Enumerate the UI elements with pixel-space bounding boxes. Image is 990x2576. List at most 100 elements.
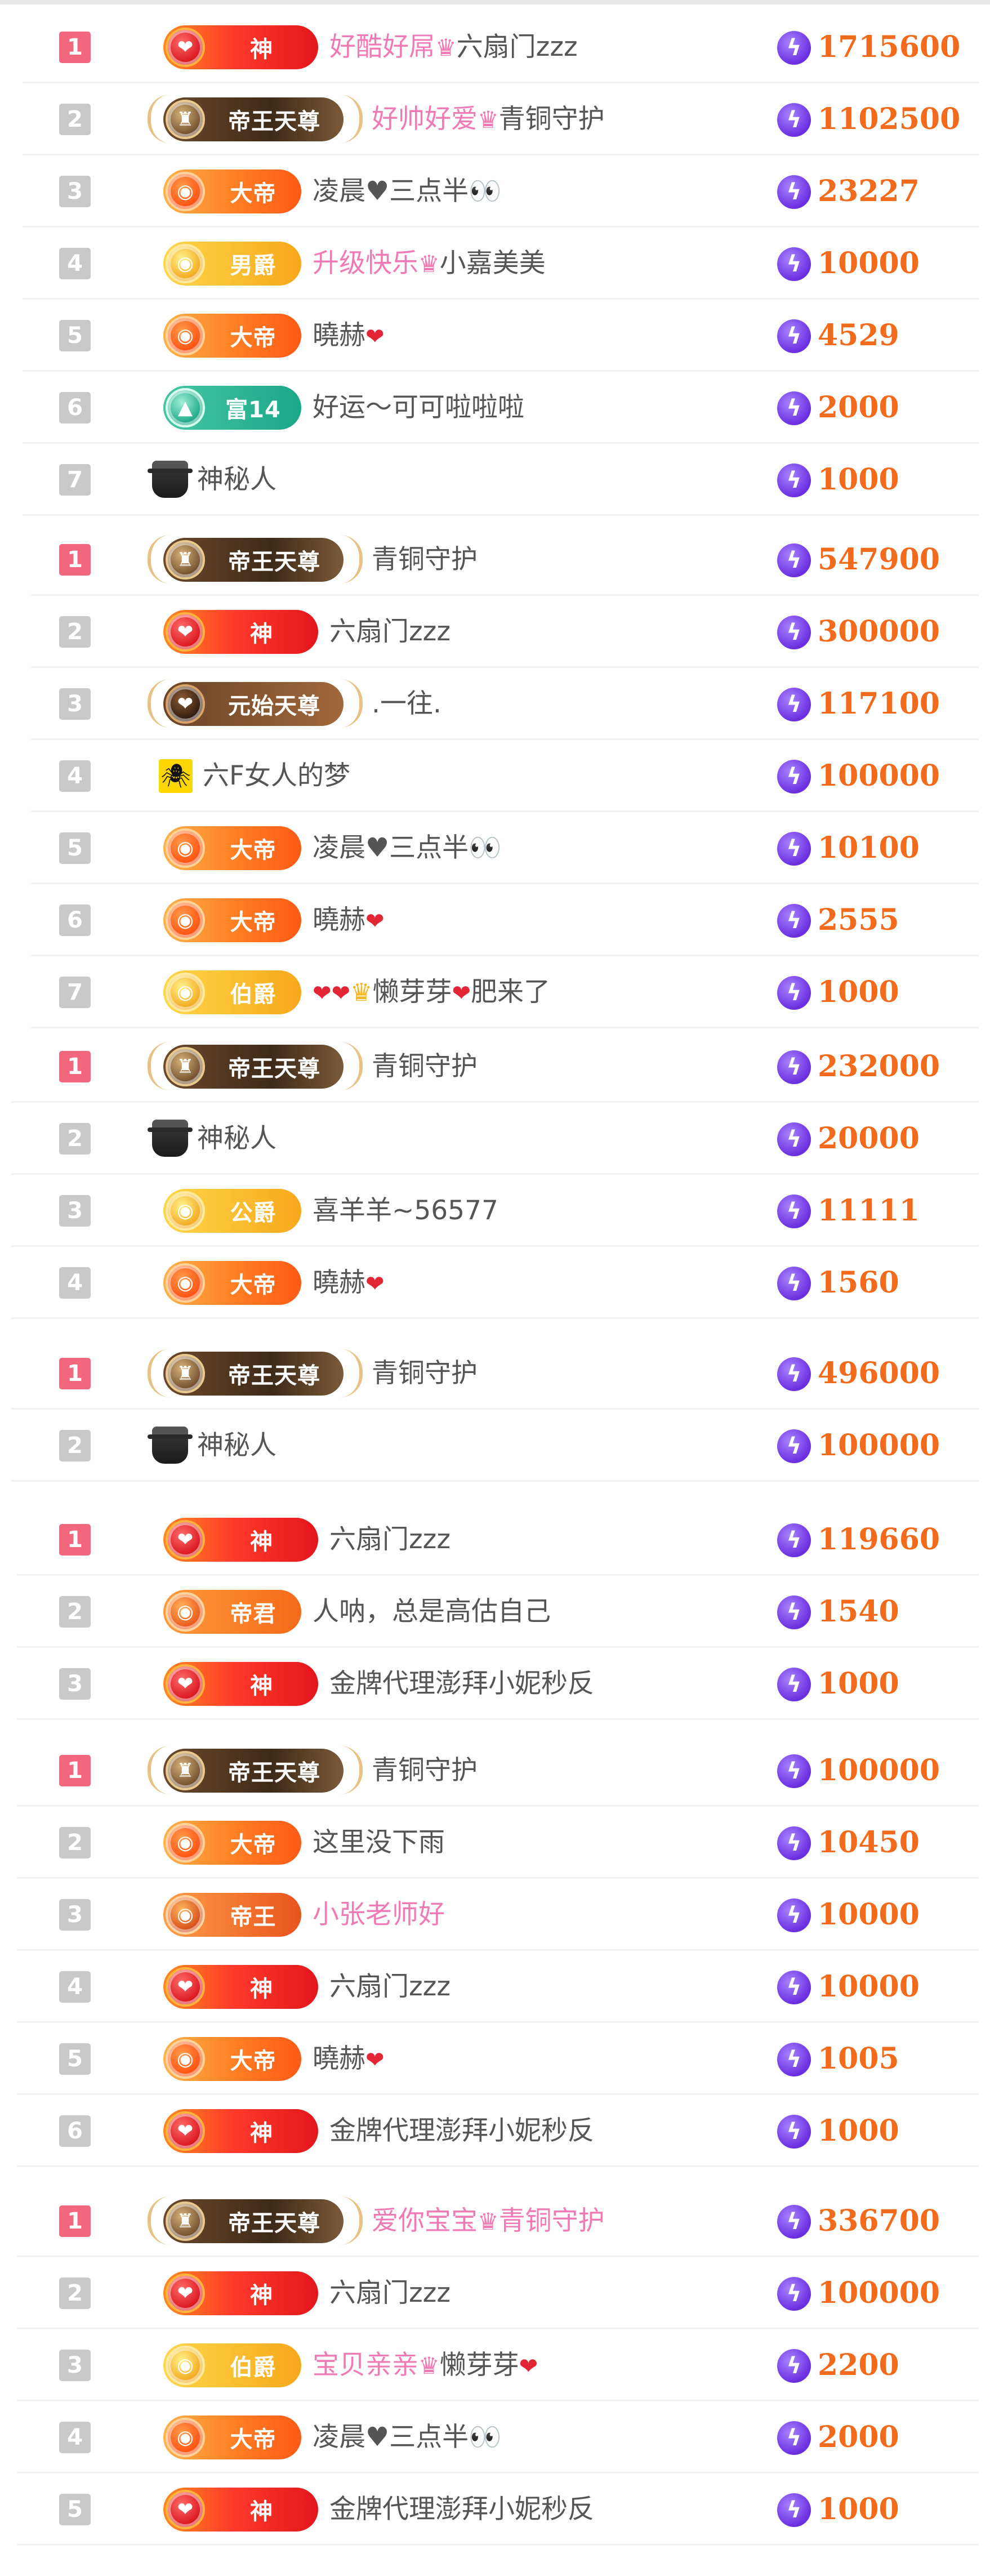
leaderboard-row[interactable]: 5 ❤ 神金牌代理澎拜小妮秒反 ϟ 1000 [17,2474,979,2546]
level-badge-label: 帝王天尊 [228,1056,320,1082]
leaderboard-row[interactable]: 3 ◉ 伯爵 宝贝亲亲♛懒芽芽❤ ϟ 2200 [17,2329,979,2401]
leaderboard-row[interactable]: 6 ▲ 富14 好运～可可啦啦啦 ϟ 2000 [23,372,979,444]
level-emblem-icon: ◉ [166,973,205,1012]
user-name[interactable]: 神秘人 [197,444,277,516]
user-name-text: 青铜守护 [372,1051,478,1082]
user-name[interactable]: 神秘人 [197,1103,277,1175]
user-name-text: 曉赫 [313,904,365,935]
level-badge: ◉ 男爵 [163,242,301,286]
level-badge: ♜ 帝王天尊 [163,2199,344,2243]
leaderboard-row[interactable]: 3 ❤ 神金牌代理澎拜小妮秒反 ϟ 1000 [17,1648,979,1720]
contribution-amount: 1000 [818,1666,899,1701]
leaderboard-row[interactable]: 3 ◉ 大帝 凌晨♥三点半👀 ϟ 23227 [23,155,979,228]
rank-number: 3 [59,688,91,720]
user-name[interactable]: 好运～可可啦啦啦 [313,372,524,444]
user-name[interactable]: 曉赫❤ [313,1247,385,1319]
leaderboard-row[interactable]: 4 ◉ 大帝 凌晨♥三点半👀 ϟ 2000 [17,2401,979,2474]
leaderboard-row[interactable]: 3 ❤ 元始天尊 .一往. ϟ 117100 [31,668,979,740]
leaderboard-row[interactable]: 1 ♜ 帝王天尊 青铜守护 ϟ 547900 [31,524,979,596]
level-emblem-icon: ◉ [166,2346,205,2385]
user-name[interactable]: 小张老师好 [313,1879,445,1951]
user-name[interactable]: 神秘人 [197,1410,277,1482]
leaderboard-row[interactable]: 5 ◉ 大帝 曉赫❤ ϟ 1005 [17,2023,979,2095]
level-emblem-icon: ❤ [166,2111,205,2151]
leaderboard-row[interactable]: 1 ❤ 神六扇门zzz ϟ 119660 [17,1504,979,1576]
user-name[interactable]: 六扇门zzz [329,1504,451,1576]
user-name[interactable]: 好酷好屌♛六扇门zzz [329,11,578,83]
row-divider [11,1480,979,1482]
leaderboard-row[interactable]: 7 ◉ 伯爵 ❤❤♛懒芽芽❤肥来了 ϟ 1000 [31,956,979,1028]
leaderboard-row[interactable]: 6 ❤ 神金牌代理澎拜小妮秒反 ϟ 1000 [17,2095,979,2167]
leaderboard-row[interactable]: 3 ◉ 公爵 喜羊羊~56577 ϟ 11111 [11,1175,979,1247]
user-name[interactable]: 青铜守护 [372,1338,478,1410]
user-name[interactable]: 青铜守护 [372,1735,478,1807]
user-name[interactable]: 这里没下雨 [313,1807,445,1879]
user-name[interactable]: .一往. [372,668,442,740]
level-badge: ◉ 大帝 [163,1821,301,1865]
level-badge: ◉ 伯爵 [163,970,301,1014]
user-name[interactable]: 喜羊羊~56577 [313,1175,498,1247]
leaderboard-row[interactable]: 3 ◉ 帝王 小张老师好 ϟ 10000 [17,1879,979,1951]
user-name[interactable]: 凌晨♥三点半👀 [313,812,502,884]
user-name[interactable]: 宝贝亲亲♛懒芽芽❤ [313,2329,538,2401]
user-name[interactable]: 六扇门zzz [329,2257,451,2329]
user-name[interactable]: 青铜守护 [372,1031,478,1103]
level-badge: ◉ 大帝 [163,170,301,213]
leaderboard-row[interactable]: 4 ◉ 大帝 曉赫❤ ϟ 1560 [11,1247,979,1319]
leaderboard-row[interactable]: 4 ❤ 神六扇门zzz ϟ 10000 [17,1951,979,2023]
leaderboard-row[interactable]: 2 ❤ 神六扇门zzz ϟ 100000 [17,2257,979,2329]
level-badge: ♜ 帝王天尊 [163,538,344,582]
user-name[interactable]: 六扇门zzz [329,1951,451,2023]
user-name[interactable]: 凌晨♥三点半👀 [313,2401,502,2474]
leaderboard-row[interactable]: 7 神秘人 ϟ 1000 [23,444,979,516]
user-name[interactable]: 曉赫❤ [313,2023,385,2095]
contribution-amount: 4529 [818,318,899,353]
rank-number: 4 [59,1971,91,2003]
leaderboard-row[interactable]: 4 ◉ 男爵 升级快乐♛小嘉美美 ϟ 10000 [23,228,979,300]
lightning-coin-icon: ϟ [777,904,811,938]
leaderboard-row[interactable]: 2 ❤ 神六扇门zzz ϟ 300000 [31,596,979,668]
level-emblem-icon: ❤ [166,1664,205,1704]
leaderboard-row[interactable]: 2 ◉ 帝君 人呐，总是高估自己 ϟ 1540 [17,1576,979,1648]
user-name[interactable]: 好帅好爱♛青铜守护 [372,83,605,155]
user-name[interactable]: 金牌代理澎拜小妮秒反 [329,2474,594,2546]
user-name[interactable]: 爱你宝宝♛青铜守护 [372,2185,605,2257]
user-name[interactable]: 金牌代理澎拜小妮秒反 [329,1648,594,1720]
leaderboard-row[interactable]: 1 ♜ 帝王天尊 爱你宝宝♛青铜守护 ϟ 336700 [17,2185,979,2257]
leaderboard-row[interactable]: 1 ♜ 帝王天尊 青铜守护 ϟ 496000 [11,1338,979,1410]
user-name[interactable]: 曉赫❤ [313,884,385,956]
user-name[interactable]: 人呐，总是高估自己 [313,1576,551,1648]
user-name[interactable]: 六F女人的梦 [203,740,350,812]
leaderboard-row[interactable]: 5 ◉ 大帝 曉赫❤ ϟ 4529 [23,300,979,372]
leaderboard-row[interactable]: 4 🕷 六F女人的梦 ϟ 100000 [31,740,979,812]
leaderboard-row[interactable]: 2 神秘人 ϟ 100000 [11,1410,979,1482]
leaderboard-row[interactable]: 1 ♜ 帝王天尊 青铜守护 ϟ 100000 [17,1735,979,1807]
user-name[interactable]: 青铜守护 [372,524,478,596]
leaderboard-row[interactable]: 5 ◉ 大帝 凌晨♥三点半👀 ϟ 10100 [31,812,979,884]
heart-icon: ❤ [331,981,351,1006]
user-name[interactable]: 升级快乐♛小嘉美美 [313,228,546,300]
row-divider [11,1317,979,1319]
level-badge-label: 神 [250,2120,273,2146]
user-name[interactable]: 六扇门zzz [329,596,451,668]
rank-number: 6 [59,392,91,424]
leaderboard-row[interactable]: 1 ❤ 神好酷好屌♛六扇门zzz ϟ 1715600 [23,11,979,83]
lightning-coin-icon: ϟ [777,2043,811,2076]
leaderboard-row[interactable]: 6 ◉ 大帝 曉赫❤ ϟ 2555 [31,884,979,956]
user-name[interactable]: 凌晨♥三点半👀 [313,155,502,228]
level-badge: ❤ 神 [163,2109,318,2153]
rank-number: 3 [59,2350,91,2381]
leaderboard-row[interactable]: 2 神秘人 ϟ 20000 [11,1103,979,1175]
lightning-coin-icon: ϟ [777,616,811,649]
user-name-text: 小张老师好 [313,1899,445,1930]
leaderboard-row[interactable]: 1 ♜ 帝王天尊 青铜守护 ϟ 232000 [11,1031,979,1103]
user-name[interactable]: 金牌代理澎拜小妮秒反 [329,2095,594,2167]
level-badge-label: 男爵 [230,253,277,279]
level-badge: ♜ 帝王天尊 [163,1352,344,1396]
leaderboard-row[interactable]: 2 ♜ 帝王天尊 好帅好爱♛青铜守护 ϟ 1102500 [23,83,979,155]
user-name[interactable]: ❤❤♛懒芽芽❤肥来了 [313,956,550,1028]
user-name[interactable]: 曉赫❤ [313,300,385,372]
level-badge: ◉ 大帝 [163,314,301,358]
level-badge: ❤ 神 [163,1965,318,2009]
leaderboard-row[interactable]: 2 ◉ 大帝 这里没下雨 ϟ 10450 [17,1807,979,1879]
